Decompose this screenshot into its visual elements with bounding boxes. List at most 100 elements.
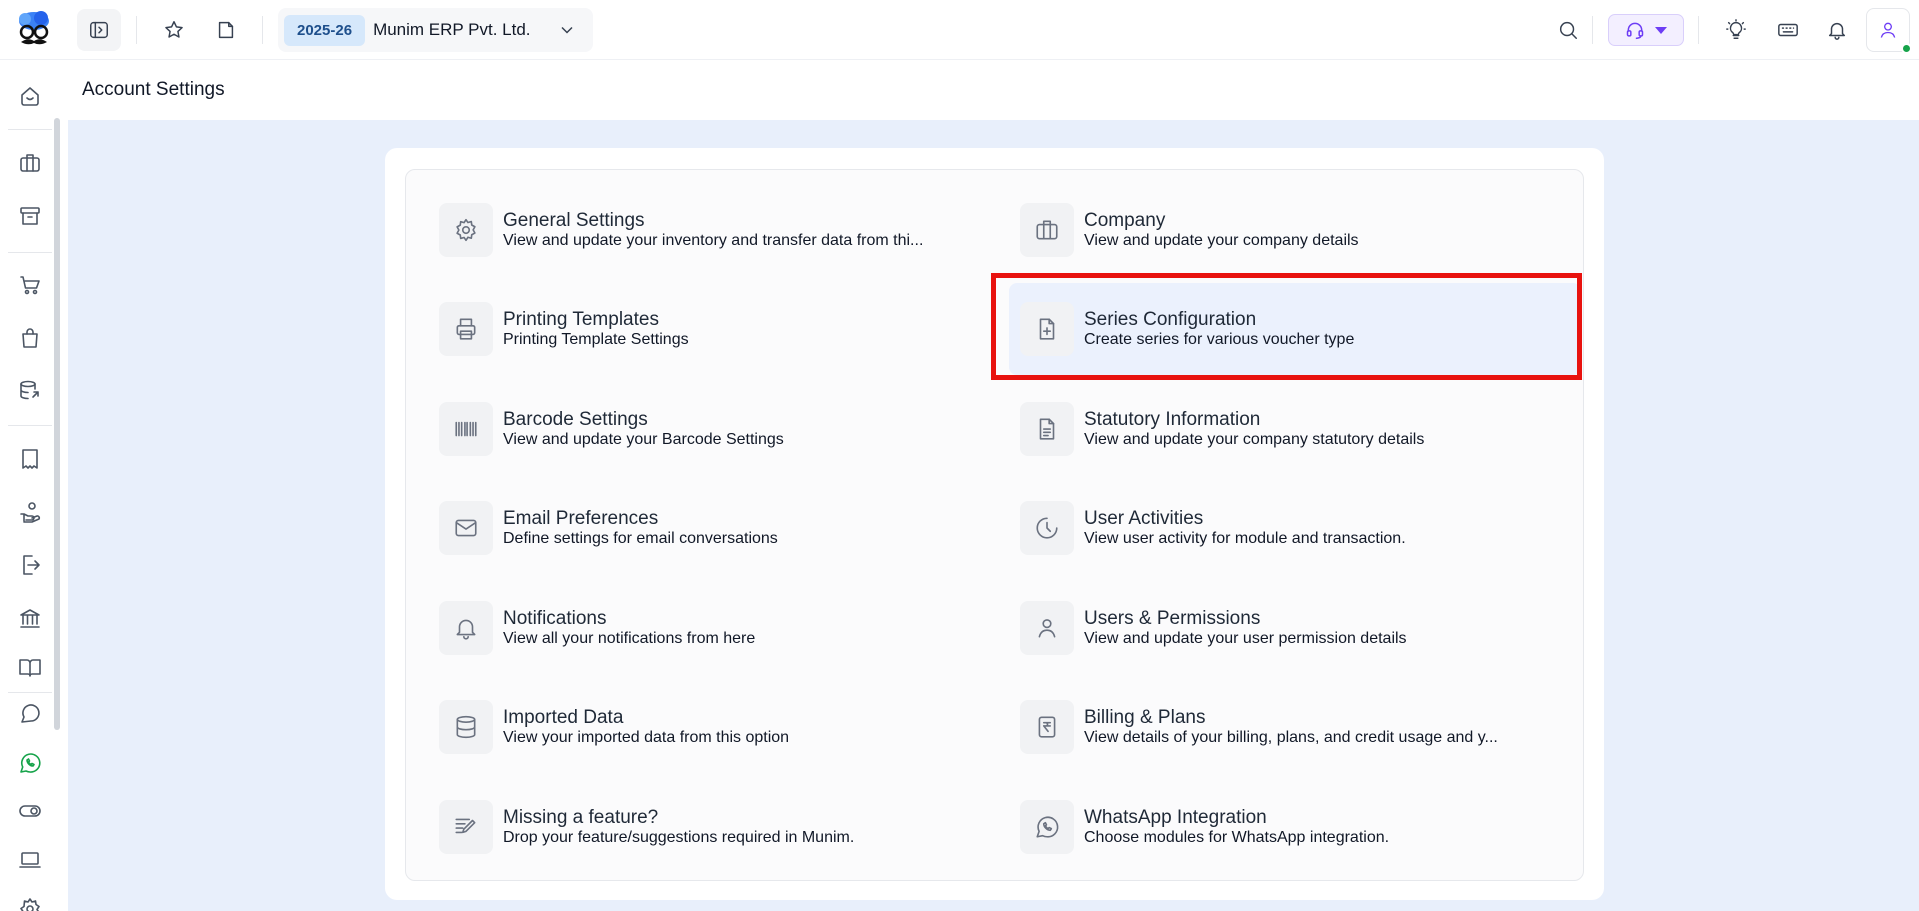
sidebar-item-banking[interactable] — [13, 601, 47, 635]
sidebar-item-payments[interactable] — [13, 495, 47, 529]
setting-barcode-settings[interactable]: Barcode Settings View and update your Ba… — [433, 396, 993, 462]
setting-user-activities[interactable]: User Activities View user activity for m… — [1014, 495, 1574, 561]
clock-icon — [1020, 501, 1074, 555]
highlight-annotation — [991, 273, 1582, 380]
setting-title: Users & Permissions — [1084, 607, 1261, 629]
setting-billing-plans[interactable]: Billing & Plans View details of your bil… — [1014, 694, 1574, 760]
setting-title: Notifications — [503, 607, 607, 629]
setting-description: View details of your billing, plans, and… — [1084, 728, 1498, 746]
sidebar-item-sales[interactable] — [13, 268, 47, 302]
sidebar-item-inventory[interactable] — [13, 199, 47, 233]
sidebar-scrollbar[interactable] — [54, 118, 60, 730]
whatsapp-icon — [20, 753, 41, 773]
receipt-icon — [22, 449, 38, 469]
cart-icon — [20, 276, 40, 295]
sidebar-item-ledger[interactable] — [13, 650, 47, 684]
favorites-button[interactable] — [152, 9, 196, 51]
setting-general-settings[interactable]: General Settings View and update your in… — [433, 197, 993, 263]
lightbulb-icon — [1726, 19, 1746, 39]
company-selector[interactable]: 2025-26 Munim ERP Pvt. Ltd. — [278, 8, 593, 52]
toggle-sidebar-button[interactable] — [77, 9, 121, 51]
setting-description: Printing Template Settings — [503, 330, 689, 348]
setting-users-permissions[interactable]: Users & Permissions View and update your… — [1014, 595, 1574, 661]
setting-description: Choose modules for WhatsApp integration. — [1084, 828, 1390, 846]
document-icon — [1020, 402, 1074, 456]
tips-button[interactable] — [1714, 9, 1758, 51]
sidebar-item-expenses[interactable] — [13, 548, 47, 582]
setting-email-preferences[interactable]: Email Preferences Define settings for em… — [433, 495, 993, 561]
shopping-bag-icon — [22, 328, 38, 348]
setting-missing-feature[interactable]: Missing a feature? Drop your feature/sug… — [433, 794, 993, 860]
notifications-button[interactable] — [1815, 9, 1859, 51]
page-title: Account Settings — [82, 79, 225, 100]
setting-title: Printing Templates — [503, 308, 659, 330]
mail-icon — [439, 501, 493, 555]
archive-icon — [20, 207, 40, 225]
sidebar-item-business[interactable] — [13, 146, 47, 180]
setting-description: View and update your inventory and trans… — [503, 231, 924, 249]
setting-title: General Settings — [503, 209, 645, 231]
top-bar: 2025-26 Munim ERP Pvt. Ltd. — [0, 0, 1919, 60]
user-avatar-button[interactable] — [1866, 8, 1912, 54]
sidebar-toggle-icon — [90, 21, 108, 39]
search-button[interactable] — [1546, 9, 1590, 51]
sidebar-item-settings[interactable] — [13, 892, 47, 911]
gear-icon — [439, 203, 493, 257]
setting-description: Drop your feature/suggestions required i… — [503, 828, 855, 846]
setting-description: View and update your company details — [1084, 231, 1359, 249]
setting-description: View and update your company statutory d… — [1084, 430, 1425, 448]
support-dropdown-button[interactable] — [1608, 14, 1684, 46]
setting-statutory-information[interactable]: Statutory Information View and update yo… — [1014, 396, 1574, 462]
toggle-icon — [19, 805, 41, 817]
sidebar-item-receipts[interactable] — [13, 442, 47, 476]
briefcase-icon — [20, 154, 40, 172]
sidebar-item-toggles[interactable] — [13, 794, 47, 828]
briefcase-icon — [1020, 203, 1074, 257]
company-name: Munim ERP Pvt. Ltd. — [373, 20, 531, 39]
home-icon — [21, 87, 39, 106]
sidebar-item-dashboard[interactable] — [13, 79, 47, 113]
munim-logo[interactable] — [12, 8, 56, 52]
keyboard-icon — [1778, 23, 1798, 37]
keyboard-shortcuts-button[interactable] — [1766, 9, 1810, 51]
logout-doc-icon — [23, 555, 40, 575]
book-open-icon — [19, 659, 41, 677]
notes-button[interactable] — [204, 9, 248, 51]
setting-company[interactable]: Company View and update your company det… — [1014, 197, 1574, 263]
sidebar-item-chat[interactable] — [13, 697, 47, 731]
setting-description: View and update your Barcode Settings — [503, 430, 784, 448]
setting-whatsapp-integration[interactable]: WhatsApp Integration Choose modules for … — [1014, 794, 1574, 860]
setting-notifications[interactable]: Notifications View all your notification… — [433, 595, 993, 661]
edit-note-icon — [439, 800, 493, 854]
setting-title: Email Preferences — [503, 507, 659, 529]
sidebar-item-desktop[interactable] — [13, 843, 47, 877]
setting-title: Statutory Information — [1084, 408, 1261, 430]
rupee-receipt-icon — [1020, 700, 1074, 754]
headset-icon — [1626, 22, 1644, 40]
sidebar-item-stock-transfer[interactable] — [13, 374, 47, 408]
bell-icon — [1828, 22, 1846, 40]
setting-printing-templates[interactable]: Printing Templates Printing Template Set… — [433, 296, 993, 362]
main-content: Account Settings General Settings View a… — [68, 60, 1919, 911]
setting-title: WhatsApp Integration — [1084, 806, 1267, 828]
setting-title: Imported Data — [503, 706, 624, 728]
setting-title: User Activities — [1084, 507, 1204, 529]
note-icon — [218, 21, 234, 39]
user-icon — [1880, 22, 1896, 38]
search-icon — [1559, 21, 1577, 39]
setting-description: Define settings for email conversations — [503, 529, 778, 547]
setting-description: View and update your user permission det… — [1084, 629, 1407, 647]
database-icon — [439, 700, 493, 754]
setting-imported-data[interactable]: Imported Data View your imported data fr… — [433, 694, 993, 760]
page-header: Account Settings — [68, 60, 1919, 120]
online-status-dot — [1901, 43, 1912, 54]
setting-description: View all your notifications from here — [503, 629, 756, 647]
database-export-icon — [20, 380, 39, 400]
laptop-icon — [19, 852, 41, 868]
whatsapp-icon — [1020, 800, 1074, 854]
bank-icon — [20, 609, 40, 628]
setting-title: Missing a feature? — [503, 806, 659, 828]
sidebar-item-purchase[interactable] — [13, 321, 47, 355]
setting-title: Company — [1084, 209, 1166, 231]
sidebar-item-whatsapp[interactable] — [13, 746, 47, 780]
